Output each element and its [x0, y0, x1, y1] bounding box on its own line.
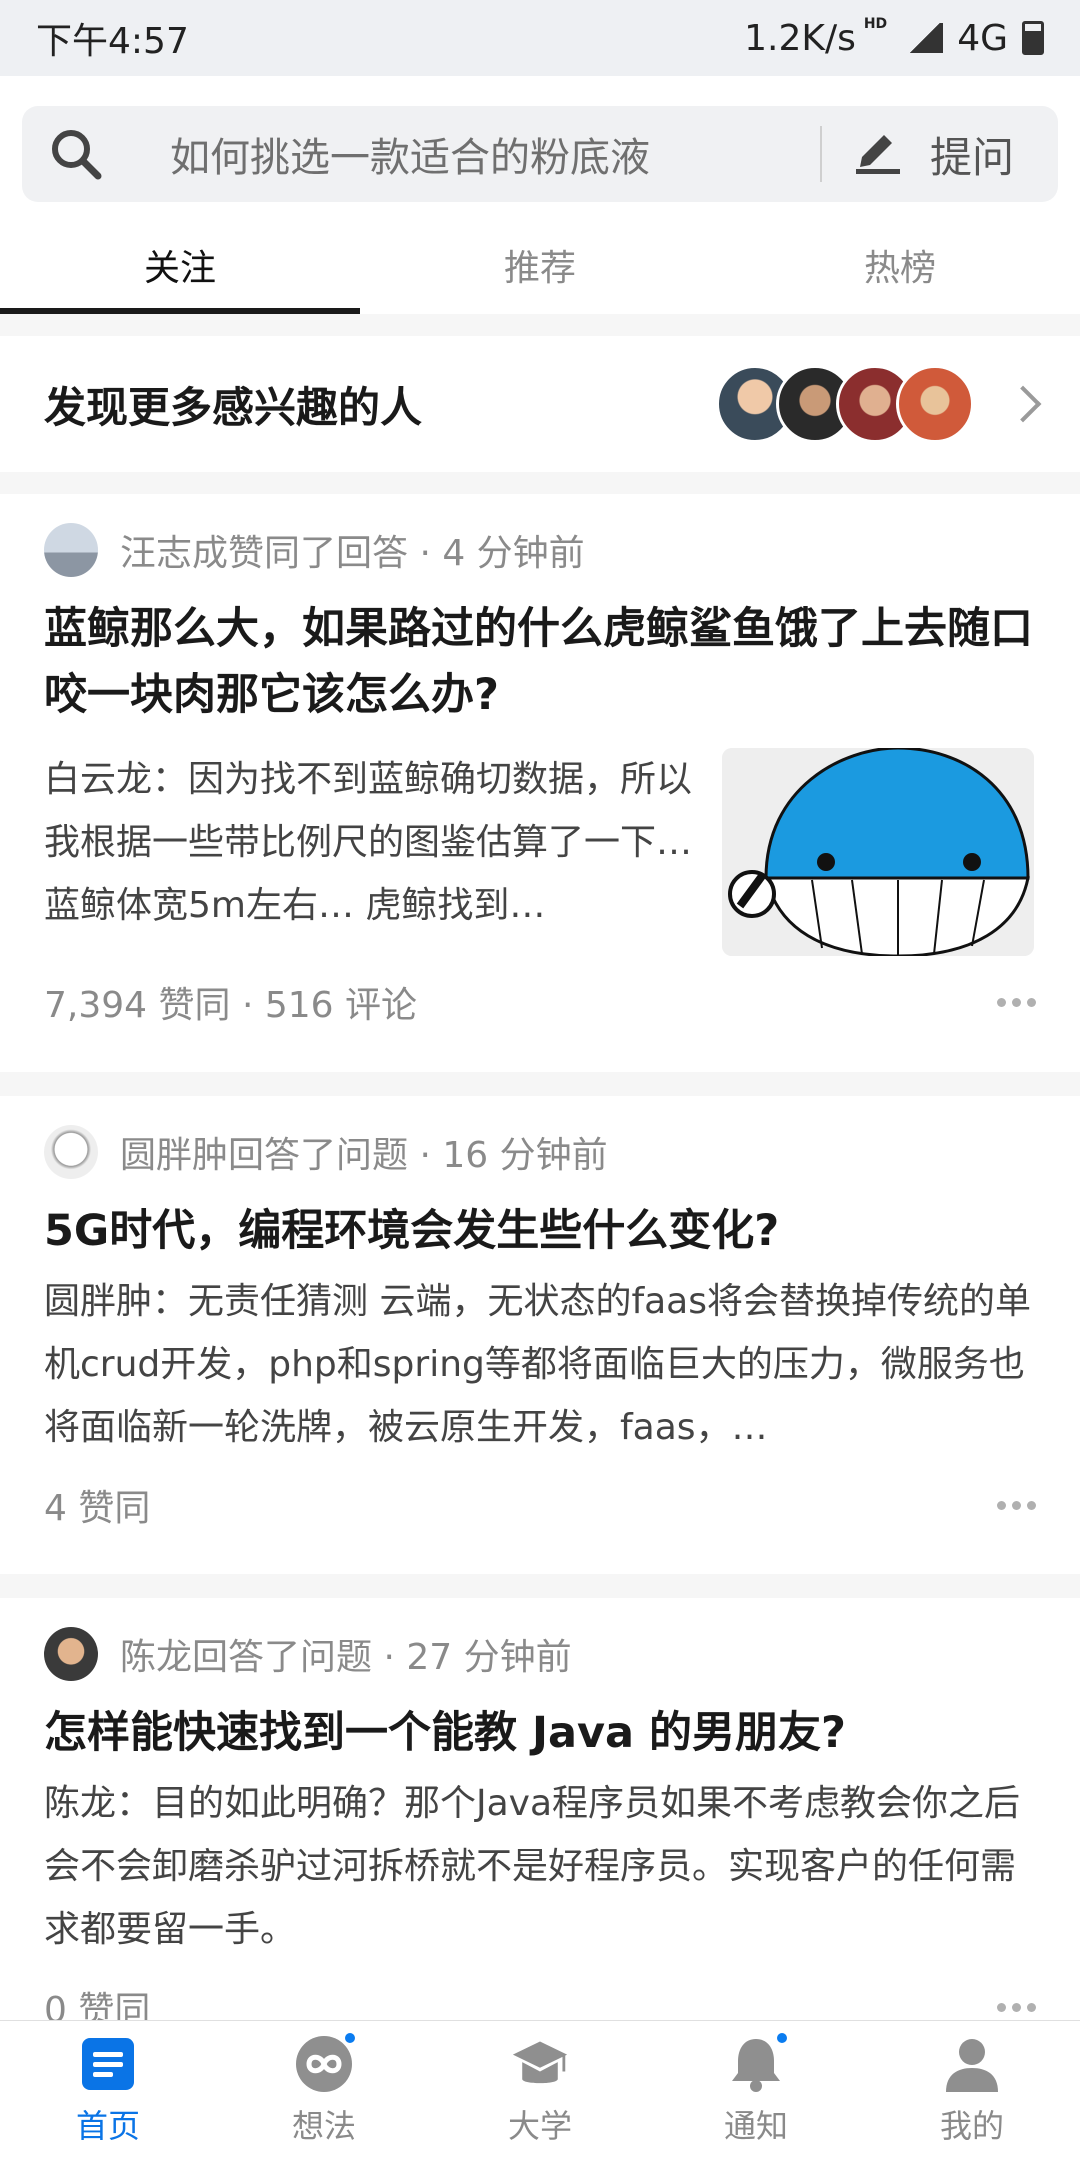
nav-profile-label: 我的 [939, 2106, 1004, 2145]
nav-notifications[interactable]: 通知 [648, 2021, 864, 2160]
question-title[interactable]: 怎样能快速找到一个能教 Java 的男朋友? [44, 1700, 1036, 1766]
university-icon [511, 2035, 569, 2093]
feed-item-stats: 7,394 赞同 · 516 评论 [44, 962, 1036, 1042]
header: 如何挑选一款适合的粉底液 提问 关注 推荐 热榜 [0, 76, 1080, 314]
question-title[interactable]: 5G时代，编程环境会发生些什么变化? [44, 1198, 1036, 1264]
feed-item-meta: 汪志成赞同了回答 · 4 分钟前 [44, 518, 1036, 582]
votes-count[interactable]: 4 赞同 [44, 1479, 150, 1531]
suggested-avatars [716, 365, 974, 443]
profile-icon [943, 2035, 1001, 2093]
bottom-navigation: 首页 想法 大学 通知 我的 [0, 2020, 1080, 2160]
more-options-icon[interactable] [997, 1500, 1036, 1510]
discover-people-title: 发现更多感兴趣的人 [44, 382, 423, 432]
avatar[interactable] [44, 1125, 98, 1179]
avatar[interactable] [44, 523, 98, 577]
avatar[interactable] [44, 1627, 98, 1681]
ask-label: 提问 [929, 132, 1014, 182]
nav-ideas[interactable]: 想法 [216, 2021, 432, 2160]
answer-excerpt[interactable]: 白云龙：因为找不到蓝鲸确切数据，所以我根据一些带比例尺的图鉴估算了一下… 蓝鲸体… [44, 748, 692, 956]
search-bar[interactable]: 如何挑选一款适合的粉底液 提问 [22, 106, 1058, 202]
discover-people-card[interactable]: 发现更多感兴趣的人 [0, 336, 1080, 472]
network-speed: 1.2K/s [744, 17, 856, 59]
feed-item[interactable]: 圆胖肿回答了问题 · 16 分钟前 5G时代，编程环境会发生些什么变化? 圆胖肿… [0, 1096, 1080, 1574]
pencil-icon [852, 123, 904, 185]
bell-icon [727, 2030, 789, 2093]
nav-ideas-label: 想法 [291, 2106, 356, 2145]
more-options-icon[interactable] [997, 997, 1036, 1007]
battery-icon [1022, 21, 1044, 55]
status-indicators: 1.2K/s HD 4G [744, 16, 1044, 59]
tab-following[interactable]: 关注 [0, 216, 360, 314]
tab-recommended[interactable]: 推荐 [360, 216, 720, 314]
question-title[interactable]: 蓝鲸那么大，如果路过的什么虎鲸鲨鱼饿了上去随口咬一块肉那它该怎么办? [44, 596, 1036, 728]
status-bar: 下午4:57 1.2K/s HD 4G [0, 0, 1080, 76]
home-icon [79, 2035, 137, 2093]
answer-excerpt[interactable]: 陈龙：目的如此明确？那个Java程序员如果不考虑教会你之后会不会卸磨杀驴过河拆桥… [44, 1772, 1036, 1961]
votes-comments[interactable]: 7,394 赞同 · 516 评论 [44, 976, 417, 1028]
nav-notifications-label: 通知 [723, 2106, 788, 2145]
notification-dot [775, 2030, 789, 2045]
nav-home-label: 首页 [75, 2106, 140, 2145]
avatar [896, 365, 974, 443]
status-time: 下午4:57 [36, 21, 189, 62]
answer-excerpt[interactable]: 圆胖肿：无责任猜测 云端，无状态的faas将会替换掉传统的单机crud开发，ph… [44, 1270, 1036, 1459]
notification-dot [343, 2030, 357, 2045]
nav-university[interactable]: 大学 [432, 2021, 648, 2160]
nav-university-label: 大学 [507, 2106, 572, 2145]
feed-item[interactable]: 汪志成赞同了回答 · 4 分钟前 蓝鲸那么大，如果路过的什么虎鲸鲨鱼饿了上去随口… [0, 494, 1080, 1072]
network-type: 4G [957, 17, 1008, 59]
signal-icon [907, 23, 944, 53]
activity-text: 陈龙回答了问题 · 27 分钟前 [120, 1637, 572, 1678]
chevron-right-icon [1004, 385, 1042, 423]
ask-button[interactable]: 提问 [852, 123, 1058, 185]
feed-item-stats: 4 赞同 [44, 1465, 1036, 1545]
activity-text: 汪志成赞同了回答 · 4 分钟前 [120, 533, 585, 574]
activity-text: 圆胖肿回答了问题 · 16 分钟前 [120, 1135, 608, 1176]
tab-hot[interactable]: 热榜 [720, 216, 1080, 314]
feed-item[interactable]: 陈龙回答了问题 · 27 分钟前 怎样能快速找到一个能教 Java 的男朋友? … [0, 1598, 1080, 2038]
search-icon [28, 106, 124, 202]
ideas-icon [295, 2030, 357, 2093]
hd-indicator: HD [863, 16, 888, 32]
search-input[interactable]: 如何挑选一款适合的粉底液 [170, 125, 820, 183]
answer-preview: 白云龙：因为找不到蓝鲸确切数据，所以我根据一些带比例尺的图鉴估算了一下… 蓝鲸体… [44, 742, 1036, 956]
more-options-icon[interactable] [997, 2002, 1036, 2012]
feed-item-meta: 陈龙回答了问题 · 27 分钟前 [44, 1622, 1036, 1686]
whale-thumbnail-image[interactable] [722, 748, 1034, 956]
feed-item-meta: 圆胖肿回答了问题 · 16 分钟前 [44, 1120, 1036, 1184]
nav-profile[interactable]: 我的 [864, 2021, 1080, 2160]
search-divider [819, 126, 822, 182]
nav-home[interactable]: 首页 [0, 2021, 216, 2160]
feed-tabs: 关注 推荐 热榜 [0, 216, 1080, 314]
